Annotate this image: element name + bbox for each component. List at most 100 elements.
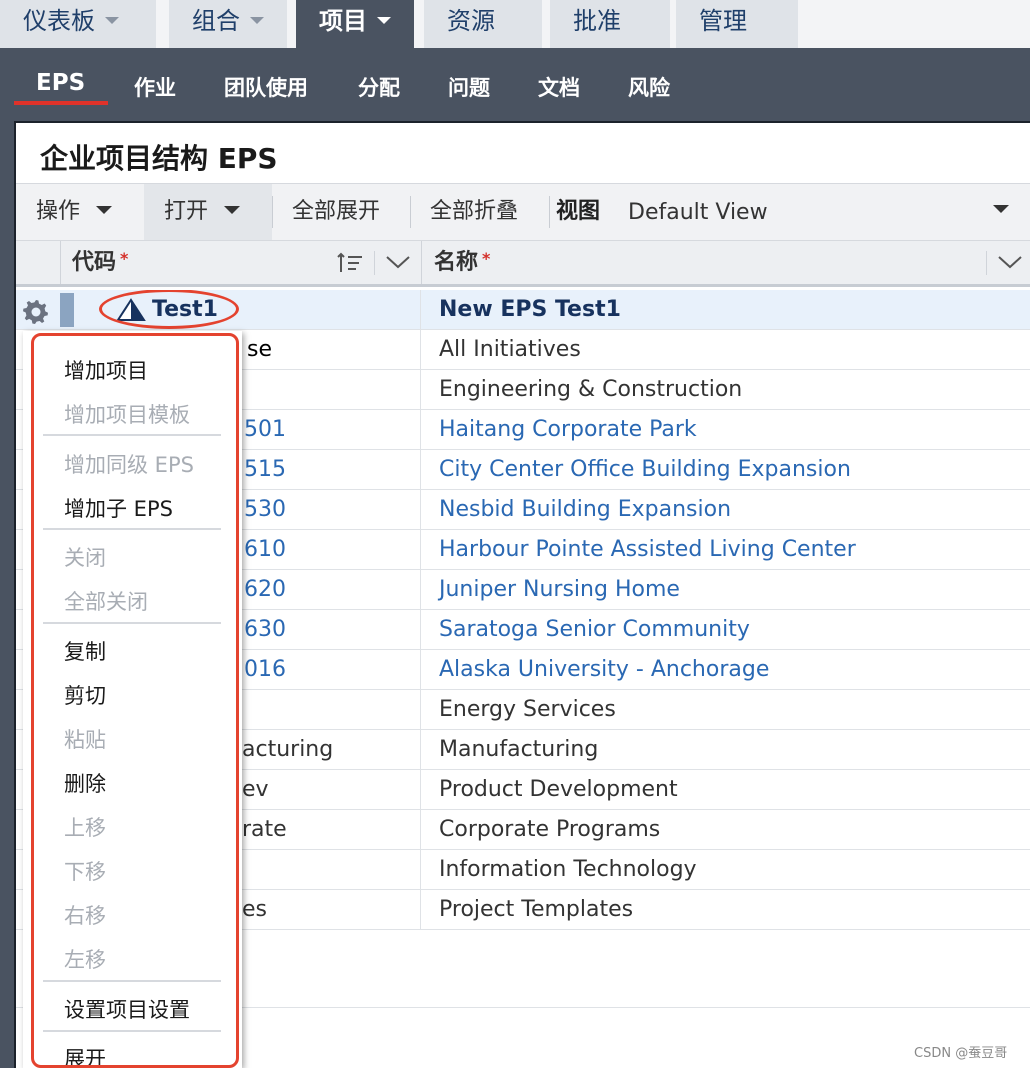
name-cell: New EPS Test1 [439, 297, 621, 322]
column-divider [374, 251, 375, 275]
code-text: 620 [244, 577, 286, 602]
subnav-assignments[interactable]: 分配 [358, 72, 400, 102]
code-text: 515 [244, 457, 286, 482]
tab-projects[interactable]: 项目 [296, 0, 414, 48]
name-cell[interactable]: Saratoga Senior Community [439, 610, 750, 650]
menu-item-cut[interactable]: 剪切 [64, 680, 106, 710]
tab-projects-label: 项目 [319, 7, 367, 35]
name-cell: Information Technology [439, 857, 697, 882]
menu-item-set-project-settings[interactable]: 设置项目设置 [64, 994, 190, 1024]
active-subnav-underline [14, 101, 108, 105]
view-select[interactable]: Default View [628, 184, 768, 240]
name-cell: All Initiatives [439, 337, 581, 362]
chevron-down-icon[interactable] [993, 205, 1009, 213]
menu-item-add-project[interactable]: 增加项目 [64, 355, 148, 385]
highlight-ellipse [99, 290, 239, 329]
name-cell: Project Templates [439, 897, 634, 922]
chevron-down-icon [105, 16, 119, 24]
menu-divider [43, 528, 221, 530]
tab-resources-label: 资源 [447, 7, 495, 35]
column-divider [421, 241, 422, 284]
menu-item-move-down[interactable]: 下移 [64, 856, 106, 886]
open-button[interactable]: 打开 [144, 184, 272, 240]
tab-resources[interactable]: 资源 [424, 0, 542, 48]
chevron-down-icon [377, 16, 391, 24]
name-cell: Corporate Programs [439, 817, 661, 842]
subnav-team-usage[interactable]: 团队使用 [224, 72, 308, 102]
toolbar-divider [549, 196, 550, 228]
menu-item-add-project-template[interactable]: 增加项目模板 [64, 399, 190, 429]
collapse-all-button[interactable]: 全部折叠 [410, 184, 548, 240]
name-cell[interactable]: Nesbid Building Expansion [439, 490, 731, 530]
menu-item-delete[interactable]: 删除 [64, 768, 106, 798]
column-header-code[interactable]: 代码 * [72, 241, 128, 284]
sort-icon[interactable] [336, 251, 364, 275]
sub-nav: EPS 作业 团队使用 分配 问题 文档 风险 [0, 48, 1030, 120]
view-label: 视图 [556, 199, 601, 224]
name-cell: Engineering & Construction [439, 377, 743, 402]
column-code-label: 代码 [72, 250, 117, 275]
expand-all-button[interactable]: 全部展开 [272, 184, 410, 240]
code-text: 016 [244, 657, 286, 682]
subnav-documents[interactable]: 文档 [538, 72, 580, 102]
column-name-label: 名称 [434, 250, 479, 275]
subnav-issues[interactable]: 问题 [448, 72, 490, 102]
tab-admin-label: 管理 [699, 7, 747, 35]
grid-header: 代码 * 名称 * [16, 241, 1030, 287]
code-cell: Test1 [16, 290, 421, 330]
name-cell: Product Development [439, 777, 678, 802]
column-divider [60, 241, 61, 284]
watermark: CSDN @蚕豆哥 [914, 1046, 1008, 1061]
tab-dashboard[interactable]: 仪表板 [0, 0, 156, 48]
required-mark: * [120, 249, 129, 268]
menu-item-close-all[interactable]: 全部关闭 [64, 586, 148, 616]
required-mark: * [482, 249, 491, 268]
tab-portfolios[interactable]: 组合 [169, 0, 287, 48]
menu-item-move-left[interactable]: 左移 [64, 944, 106, 974]
name-cell[interactable]: Juniper Nursing Home [439, 570, 680, 610]
menu-divider [43, 980, 221, 982]
name-cell[interactable]: Harbour Pointe Assisted Living Center [439, 530, 856, 570]
table-row[interactable]: Test1 New EPS Test1 [16, 290, 1030, 330]
subnav-activities[interactable]: 作业 [134, 72, 176, 102]
actions-button[interactable]: 操作 [16, 184, 142, 240]
menu-item-add-child-eps[interactable]: 增加子 EPS [64, 493, 173, 523]
subnav-risks[interactable]: 风险 [628, 72, 670, 102]
code-text: 630 [244, 617, 286, 642]
tab-approvals[interactable]: 批准 [550, 0, 670, 48]
menu-item-add-sibling-eps[interactable]: 增加同级 EPS [64, 449, 194, 479]
context-menu: 增加项目 增加项目模板 增加同级 EPS 增加子 EPS 关闭 全部关闭 复制 … [23, 331, 242, 1068]
code-text: acturing [242, 737, 334, 762]
actions-button-label: 操作 [36, 199, 81, 224]
menu-item-copy[interactable]: 复制 [64, 636, 106, 666]
chevron-down-icon[interactable] [385, 253, 411, 271]
code-text: ev [242, 777, 269, 802]
menu-item-paste[interactable]: 粘贴 [64, 724, 106, 754]
page-title: 企业项目结构 EPS [40, 142, 278, 175]
name-cell: Manufacturing [439, 737, 599, 762]
code-text: se [247, 337, 272, 362]
menu-divider [43, 434, 221, 436]
name-cell[interactable]: Haitang Corporate Park [439, 410, 697, 450]
tab-portfolios-label: 组合 [192, 7, 240, 35]
open-button-label: 打开 [164, 199, 209, 224]
toolbar: 操作 打开 全部展开 全部折叠 视图 Default View [16, 183, 1030, 241]
name-cell[interactable]: City Center Office Building Expansion [439, 450, 851, 490]
menu-item-move-up[interactable]: 上移 [64, 812, 106, 842]
menu-divider [43, 1030, 221, 1032]
menu-item-expand[interactable]: 展开 [64, 1043, 106, 1068]
code-text: 610 [244, 537, 286, 562]
chevron-down-icon[interactable] [997, 253, 1023, 271]
gear-icon[interactable] [22, 297, 50, 325]
top-tab-bar: 仪表板 组合 项目 资源 批准 管理 [0, 0, 1030, 48]
menu-item-close[interactable]: 关闭 [64, 542, 106, 572]
column-header-name[interactable]: 名称 * [434, 241, 490, 284]
menu-item-move-right[interactable]: 右移 [64, 900, 106, 930]
code-text: 501 [244, 417, 286, 442]
subnav-eps[interactable]: EPS [36, 70, 85, 96]
selection-indicator [60, 293, 74, 327]
tab-admin[interactable]: 管理 [676, 0, 798, 48]
column-divider [986, 251, 987, 275]
tab-approvals-label: 批准 [573, 7, 621, 35]
name-cell[interactable]: Alaska University - Anchorage [439, 650, 769, 690]
